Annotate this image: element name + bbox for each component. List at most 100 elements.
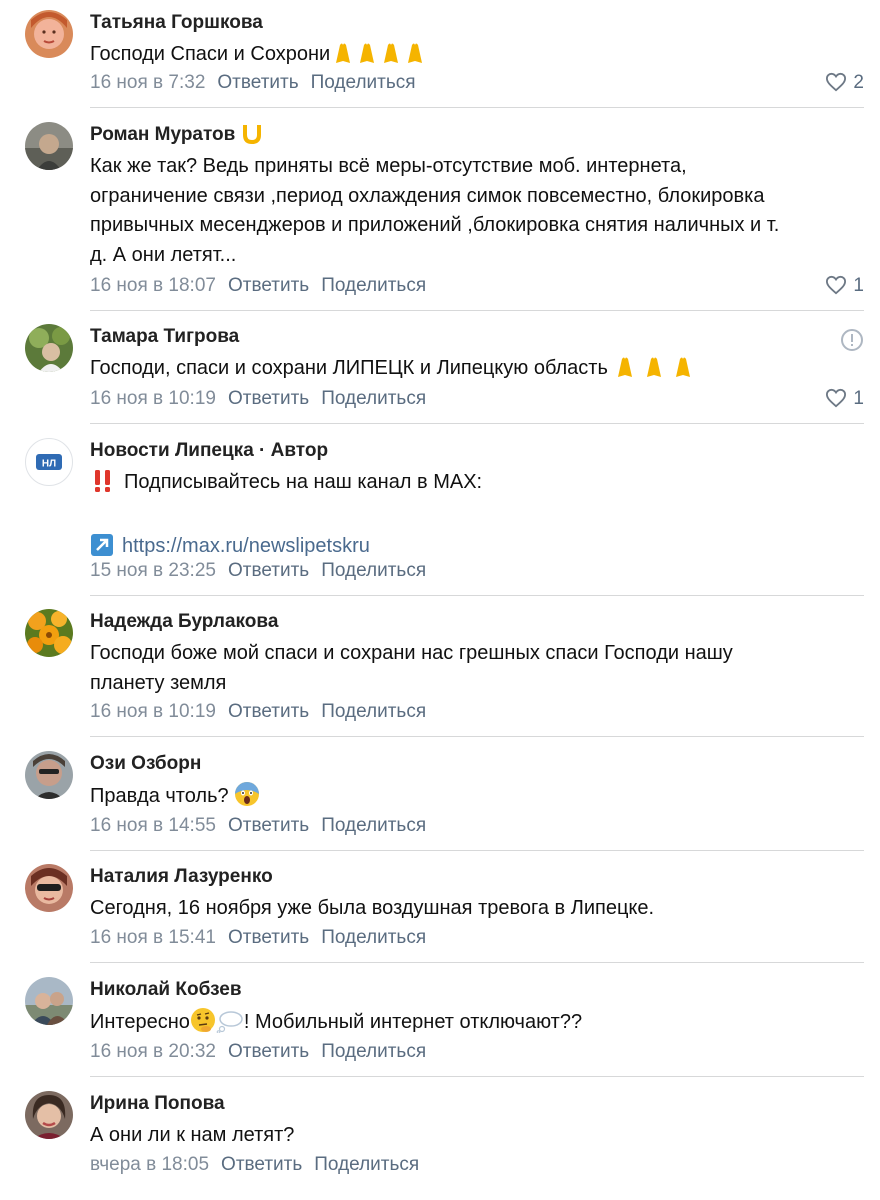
comment-text-line: А они ли к нам летят? bbox=[90, 1124, 295, 1146]
comment-text-line: ограничение связи ,период охлаждения сим… bbox=[90, 184, 765, 207]
comment-text-line: Господи боже мой спаси и сохрани нас гре… bbox=[90, 642, 733, 664]
comment-author[interactable]: Ози Озборн bbox=[90, 752, 201, 776]
comment-meta: 16 ноя в 20:32 Ответить Поделиться bbox=[90, 1040, 426, 1064]
comment-author[interactable]: Николай Кобзев bbox=[90, 978, 242, 1002]
comment-meta: 16 ноя в 7:32 Ответить Поделиться bbox=[90, 71, 416, 95]
avatar[interactable] bbox=[25, 751, 73, 799]
avatar[interactable] bbox=[25, 977, 73, 1025]
comment-author[interactable]: Надежда Бурлакова bbox=[90, 610, 278, 634]
double-exclamation-icon bbox=[90, 469, 118, 503]
comment-author[interactable]: Татьяна Горшкова bbox=[90, 11, 263, 35]
reply-button[interactable]: Ответить bbox=[228, 927, 309, 948]
comment-date[interactable]: 16 ноя в 14:55 bbox=[90, 815, 216, 836]
comment-text-line: Правда чтоль? bbox=[90, 785, 235, 807]
comment-author[interactable]: Наталия Лазуренко bbox=[90, 865, 273, 889]
avatar[interactable] bbox=[25, 122, 73, 170]
share-button[interactable]: Поделиться bbox=[321, 388, 426, 409]
comment-date[interactable]: 16 ноя в 15:41 bbox=[90, 927, 216, 948]
comment-author[interactable]: Ирина Попова bbox=[90, 1092, 225, 1116]
comment-text: Интересно ! Мобильный интернет отключают?… bbox=[90, 1007, 860, 1043]
reply-button[interactable]: Ответить bbox=[228, 701, 309, 722]
comment-date[interactable]: 16 ноя в 18:07 bbox=[90, 275, 216, 296]
divider bbox=[90, 850, 864, 851]
avatar[interactable] bbox=[25, 1091, 73, 1139]
avatar[interactable] bbox=[25, 324, 73, 372]
comment-text-line: планету земля bbox=[90, 671, 227, 694]
comment-text-line: Как же так? Ведь приняты всё меры-отсутс… bbox=[90, 155, 687, 177]
scream-face-icon bbox=[234, 781, 260, 817]
avatar[interactable] bbox=[25, 864, 73, 912]
horseshoe-icon bbox=[241, 123, 263, 152]
comment-author[interactable]: Роман Муратов bbox=[90, 123, 263, 152]
channel-link[interactable]: https://max.ru/newslipetskru bbox=[122, 535, 370, 557]
comment-text-line: Господи Спаси и Сохрони bbox=[90, 43, 331, 65]
reply-button[interactable]: Ответить bbox=[217, 72, 298, 93]
avatar[interactable] bbox=[25, 10, 73, 58]
like-button[interactable]: 1 bbox=[825, 387, 864, 411]
comment-text-line: Подписывайтесь на наш канал в MAX: bbox=[124, 471, 483, 493]
comment-text-line: Сегодня, 16 ноября уже была воздушная тр… bbox=[90, 897, 655, 919]
divider bbox=[90, 1076, 864, 1077]
comment-meta: 16 ноя в 15:41 Ответить Поделиться bbox=[90, 926, 426, 950]
comment-text: Как же так? Ведь приняты всё меры-отсутс… bbox=[90, 152, 860, 270]
comment-author-name: Роман Муратов bbox=[90, 124, 236, 145]
share-button[interactable]: Поделиться bbox=[321, 1041, 426, 1062]
like-button[interactable]: 2 bbox=[825, 71, 864, 95]
share-button[interactable]: Поделиться bbox=[321, 815, 426, 836]
report-icon[interactable] bbox=[840, 328, 864, 357]
comment-meta: 16 ноя в 14:55 Ответить Поделиться bbox=[90, 814, 426, 838]
divider bbox=[90, 595, 864, 596]
praying-hands-icon bbox=[330, 41, 426, 75]
reply-button[interactable]: Ответить bbox=[228, 388, 309, 409]
comment-meta: 16 ноя в 18:07 Ответить Поделиться bbox=[90, 274, 426, 298]
comment-date[interactable]: 16 ноя в 7:32 bbox=[90, 72, 205, 93]
reply-button[interactable]: Ответить bbox=[228, 275, 309, 296]
comment-date[interactable]: 16 ноя в 10:19 bbox=[90, 388, 216, 409]
avatar[interactable]: НЛ bbox=[25, 438, 73, 486]
share-button[interactable]: Поделиться bbox=[311, 72, 416, 93]
comment-text: Господи, спаси и сохрани ЛИПЕЦК и Липецк… bbox=[90, 354, 860, 389]
share-button[interactable]: Поделиться bbox=[314, 1154, 419, 1175]
reply-button[interactable]: Ответить bbox=[228, 1041, 309, 1062]
comment-author[interactable]: Новости Липецка · Автор bbox=[90, 439, 328, 463]
comment-text: Правда чтоль? bbox=[90, 781, 860, 817]
comment-meta: вчера в 18:05 Ответить Поделиться bbox=[90, 1153, 419, 1177]
heart-icon bbox=[826, 72, 847, 92]
comment-text-line: привычных месенджеров и приложений ,блок… bbox=[90, 214, 780, 236]
comment-text-line: д. А они летят... bbox=[90, 243, 237, 266]
avatar[interactable] bbox=[25, 609, 73, 657]
like-count: 2 bbox=[853, 72, 864, 93]
divider bbox=[90, 736, 864, 737]
comment-date[interactable]: 16 ноя в 10:19 bbox=[90, 701, 216, 722]
like-count: 1 bbox=[853, 388, 864, 409]
divider bbox=[90, 310, 864, 311]
share-button[interactable]: Поделиться bbox=[321, 927, 426, 948]
comment-author[interactable]: Тамара Тигрова bbox=[90, 325, 239, 349]
comment-text-line: Господи, спаси и сохрани ЛИПЕЦК и Липецк… bbox=[90, 357, 614, 379]
reply-button[interactable]: Ответить bbox=[228, 815, 309, 836]
comment-date[interactable]: вчера в 18:05 bbox=[90, 1154, 209, 1175]
divider bbox=[90, 423, 864, 424]
comment-date[interactable]: 16 ноя в 20:32 bbox=[90, 1041, 216, 1062]
comment-text-part: ! Мобильный интернет отключают?? bbox=[243, 1011, 583, 1033]
comment-date[interactable]: 15 ноя в 23:25 bbox=[90, 560, 216, 581]
avatar-label: НЛ bbox=[42, 459, 56, 470]
heart-icon bbox=[826, 275, 847, 295]
divider bbox=[90, 962, 864, 963]
share-button[interactable]: Поделиться bbox=[321, 701, 426, 722]
comment-meta: 15 ноя в 23:25 Ответить Поделиться bbox=[90, 559, 426, 583]
comment-text: Сегодня, 16 ноября уже была воздушная тр… bbox=[90, 894, 860, 924]
share-button[interactable]: Поделиться bbox=[321, 560, 426, 581]
comment-text: А они ли к нам летят? bbox=[90, 1121, 860, 1151]
thinking-face-icon bbox=[190, 1007, 216, 1043]
like-count: 1 bbox=[853, 275, 864, 296]
share-button[interactable]: Поделиться bbox=[321, 275, 426, 296]
comment-text-part: Интересно bbox=[90, 1011, 190, 1033]
comment-meta: 16 ноя в 10:19 Ответить Поделиться bbox=[90, 387, 426, 411]
like-button[interactable]: 1 bbox=[825, 274, 864, 298]
comment-text: Подписывайтесь на наш канал в MAX: https… bbox=[90, 468, 860, 567]
reply-button[interactable]: Ответить bbox=[221, 1154, 302, 1175]
thought-bubble-icon bbox=[216, 1009, 244, 1043]
heart-icon bbox=[826, 388, 847, 408]
reply-button[interactable]: Ответить bbox=[228, 560, 309, 581]
